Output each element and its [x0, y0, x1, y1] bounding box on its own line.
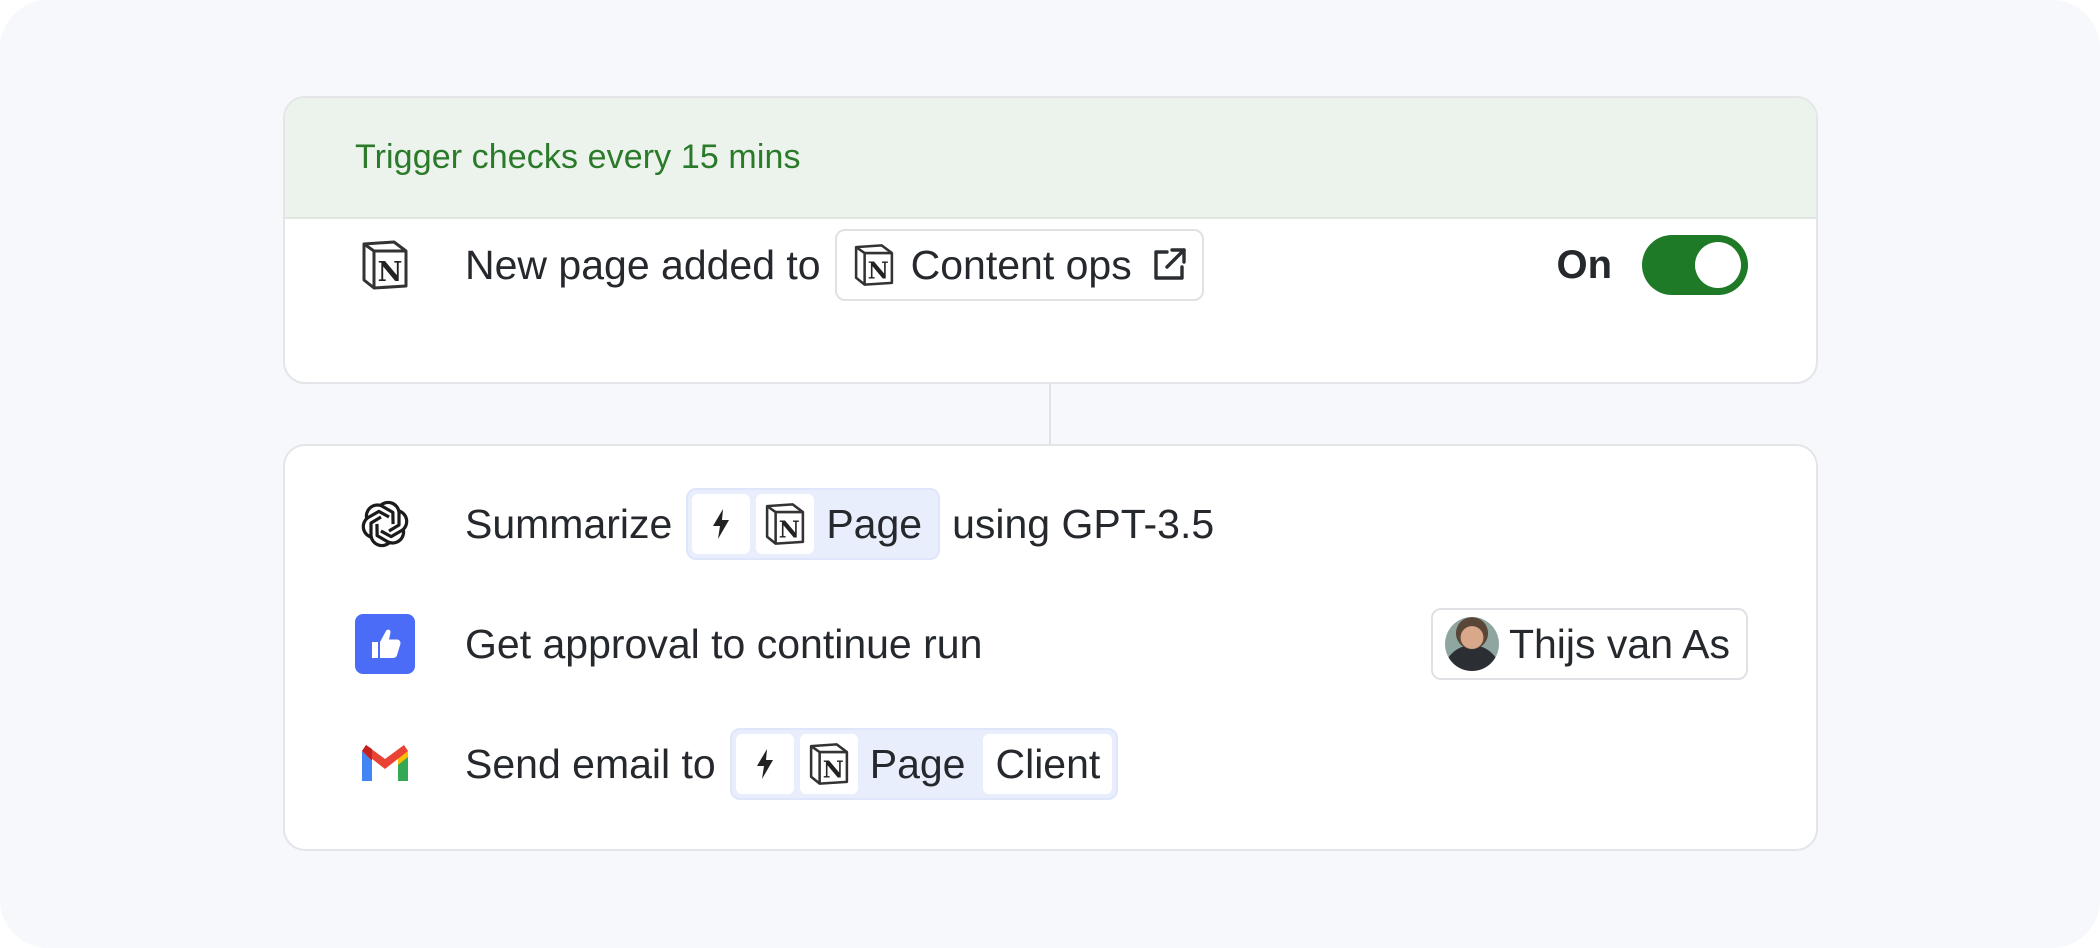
- step-approval-text: Get approval to continue run: [465, 620, 983, 667]
- external-link-icon[interactable]: [1150, 246, 1188, 284]
- step-send-email[interactable]: Send email to N Page Client: [355, 728, 1748, 800]
- svg-text:N: N: [822, 757, 843, 784]
- database-chip[interactable]: N Content ops: [834, 229, 1204, 301]
- notion-icon: N: [799, 734, 858, 794]
- notion-icon: N: [756, 494, 815, 554]
- token-label: Page: [826, 500, 923, 547]
- approval-thumbs-up-icon: [355, 614, 415, 674]
- trigger-card: Trigger checks every 15 mins N New page …: [283, 96, 1818, 384]
- openai-icon: [355, 494, 415, 554]
- bolt-icon: [735, 734, 794, 794]
- steps-card: Summarize N Page using GPT-3.5 Get appro…: [283, 444, 1818, 851]
- step-summarize-model: using GPT-3.5: [952, 500, 1215, 547]
- gmail-icon: [355, 734, 415, 794]
- bolt-icon: [692, 494, 751, 554]
- assignee-name: Thijs van As: [1508, 620, 1730, 667]
- step-connector-line: [1049, 384, 1051, 444]
- database-chip-label: Content ops: [910, 241, 1132, 288]
- trigger-toggle-group: On: [1556, 235, 1748, 295]
- trigger-header: Trigger checks every 15 mins: [285, 98, 1816, 219]
- step-approval[interactable]: Get approval to continue run Thijs van A…: [355, 608, 1748, 680]
- step-summarize-text: Summarize: [465, 500, 673, 547]
- variable-token-page[interactable]: N Page: [686, 488, 941, 560]
- avatar: [1444, 617, 1499, 671]
- step-summarize[interactable]: Summarize N Page using GPT-3.5: [355, 488, 1748, 560]
- svg-text:N: N: [867, 258, 888, 285]
- trigger-description: New page added to: [465, 241, 821, 288]
- svg-text:N: N: [378, 257, 403, 288]
- token-label: Page: [869, 740, 966, 787]
- step-send-email-text: Send email to: [465, 740, 716, 787]
- assignee-chip[interactable]: Thijs van As: [1430, 608, 1748, 680]
- token-field: Client: [983, 734, 1113, 794]
- trigger-schedule-text: Trigger checks every 15 mins: [355, 138, 801, 176]
- trigger-toggle[interactable]: [1642, 235, 1748, 295]
- variable-token-page-client[interactable]: N Page Client: [729, 728, 1119, 800]
- notion-icon: N: [355, 235, 415, 295]
- svg-text:N: N: [779, 517, 800, 544]
- trigger-row[interactable]: N New page added to N Content ops On: [355, 229, 1748, 301]
- toggle-knob: [1695, 242, 1741, 288]
- toggle-label: On: [1556, 242, 1612, 287]
- notion-icon: N: [851, 242, 897, 288]
